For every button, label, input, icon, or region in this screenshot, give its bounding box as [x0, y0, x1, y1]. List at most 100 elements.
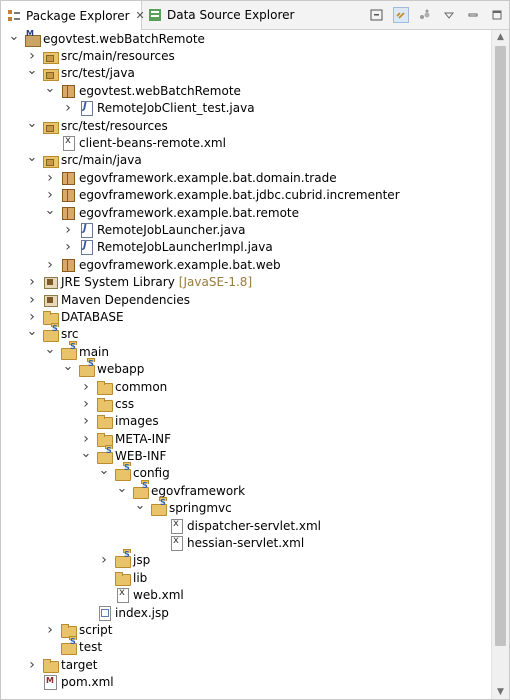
tree-item[interactable]: › jsp [1, 549, 491, 569]
source-folder-icon [42, 65, 59, 82]
tree-item-label: src [61, 327, 79, 342]
chevron-down-icon[interactable]: ⌄ [43, 81, 57, 96]
chevron-right-icon[interactable]: › [25, 309, 39, 325]
tree-item[interactable]: › RemoteJobLauncherImpl.java [1, 239, 491, 256]
chevron-right-icon[interactable]: › [79, 413, 93, 429]
chevron-down-icon[interactable]: ⌄ [61, 359, 75, 374]
tree-item[interactable]: client-beans-remote.xml [1, 134, 491, 152]
chevron-right-icon[interactable]: › [43, 170, 57, 186]
vertical-scrollbar[interactable]: ▲ ▼ [491, 30, 509, 699]
tree-item-label: egovframework.example.bat.domain.trade [79, 170, 337, 185]
tree-item[interactable]: › META-INF [1, 430, 491, 447]
tree-item-label: egovframework.example.bat.jdbc.cubrid.in… [79, 188, 400, 203]
tree-item[interactable]: ⌄ webapp [1, 358, 491, 378]
spring-folder-icon [78, 358, 95, 378]
tree-item[interactable]: › css [1, 395, 491, 412]
tree-item[interactable]: › egovframework.example.bat.jdbc.cubrid.i… [1, 187, 491, 204]
chevron-right-icon[interactable]: › [97, 552, 111, 568]
tree-item[interactable]: dispatcher-servlet.xml [1, 517, 491, 534]
chevron-right-icon[interactable]: › [61, 239, 75, 255]
scroll-down-arrow-icon[interactable]: ▼ [492, 685, 509, 699]
tree-item[interactable]: ⌄ egovtest.webBatchRemote [1, 81, 491, 99]
chevron-right-icon[interactable]: › [25, 657, 39, 673]
chevron-right-icon[interactable]: › [25, 48, 39, 64]
minimize-icon[interactable] [465, 7, 481, 23]
tree-item[interactable]: › Maven Dependencies [1, 291, 491, 308]
tree-item-label: script [79, 622, 113, 637]
chevron-down-icon[interactable]: ⌄ [25, 324, 39, 339]
tree-item[interactable]: › RemoteJobLauncher.java [1, 221, 491, 238]
tree-item-label: main [79, 344, 109, 359]
chevron-right-icon[interactable]: › [43, 187, 57, 203]
tree-item[interactable]: lib [1, 569, 491, 586]
view-toolbar [369, 7, 505, 23]
chevron-down-icon[interactable]: ⌄ [7, 30, 21, 44]
tree-item[interactable]: ⌄ src/test/java [1, 63, 491, 82]
tree-item[interactable]: test [1, 636, 491, 656]
collapse-all-icon[interactable] [369, 7, 385, 23]
filters-icon[interactable] [417, 7, 433, 23]
tab-package-explorer[interactable]: Package Explorer ✕ [1, 1, 145, 30]
tree-item-label: egovframework [151, 483, 246, 498]
scroll-up-arrow-icon[interactable]: ▲ [492, 30, 509, 44]
tree-item[interactable]: ⌄ src/test/resources [1, 116, 491, 134]
tree-item[interactable]: › target [1, 656, 491, 673]
tree-item[interactable]: ⌄ egovframework.example.bat.remote [1, 203, 491, 221]
tree-item[interactable]: web.xml [1, 587, 491, 604]
tree-item-label: index.jsp [115, 605, 169, 620]
view-menu-icon[interactable] [441, 7, 457, 23]
tree-item-decoration: [JavaSE-1.8] [178, 275, 253, 290]
tree-item[interactable]: ⌄ WEB-INF [1, 445, 491, 465]
chevron-down-icon[interactable]: ⌄ [25, 116, 39, 131]
chevron-down-icon[interactable]: ⌄ [25, 63, 39, 78]
chevron-right-icon[interactable]: › [79, 379, 93, 395]
library-icon [42, 274, 58, 290]
chevron-right-icon[interactable]: › [61, 222, 75, 238]
chevron-right-icon[interactable]: › [61, 100, 75, 116]
folder-icon [42, 657, 59, 673]
chevron-right-icon[interactable]: › [43, 622, 57, 638]
tree-item-label: src/test/resources [61, 118, 168, 133]
tree-item[interactable]: › common [1, 378, 491, 395]
tree-item[interactable]: hessian-servlet.xml [1, 534, 491, 552]
tree-item[interactable]: ⌄ egovframework [1, 479, 491, 499]
tree-item-label: dispatcher-servlet.xml [187, 518, 321, 533]
chevron-down-icon[interactable]: ⌄ [43, 342, 57, 357]
chevron-right-icon[interactable]: › [79, 431, 93, 447]
folder-icon [114, 570, 131, 586]
tree-item[interactable]: › RemoteJobClient_test.java [1, 100, 491, 117]
xml-file-icon [114, 587, 130, 604]
chevron-down-icon[interactable]: ⌄ [43, 203, 57, 218]
tab-data-source-explorer[interactable]: Data Source Explorer [142, 1, 294, 29]
tree-item[interactable]: › egovframework.example.bat.web [1, 256, 491, 273]
chevron-down-icon[interactable]: ⌄ [25, 150, 39, 165]
java-file-icon [78, 239, 94, 256]
tree-item[interactable]: › images [1, 413, 491, 430]
chevron-right-icon[interactable]: › [25, 292, 39, 308]
tree-item[interactable]: › egovframework.example.bat.domain.trade [1, 169, 491, 186]
chevron-down-icon[interactable]: ⌄ [97, 463, 111, 478]
tree-item[interactable]: › JRE System Library [JavaSE-1.8] [1, 273, 491, 290]
tree-item[interactable]: ⌄ egovtest.webBatchRemote [1, 30, 491, 47]
chevron-down-icon[interactable]: ⌄ [79, 446, 93, 461]
chevron-right-icon[interactable]: › [43, 257, 57, 273]
tree-item-label: target [61, 657, 98, 672]
folder-icon [96, 413, 113, 430]
tree-item[interactable]: › DATABASE [1, 308, 491, 325]
tree-item-label: WEB-INF [115, 449, 167, 464]
tree-item[interactable]: ⌄ src/main/java [1, 150, 491, 169]
chevron-right-icon[interactable]: › [25, 274, 39, 290]
tree-item[interactable]: ⌄ config [1, 462, 491, 482]
tree-item[interactable]: ⌄ main [1, 340, 491, 360]
maximize-icon[interactable] [489, 7, 505, 23]
tree-item[interactable]: › src/main/resources [1, 47, 491, 65]
tree-item[interactable]: ⌄ springmvc [1, 497, 491, 517]
link-with-editor-icon[interactable] [393, 7, 409, 23]
scrollbar-thumb[interactable] [495, 46, 506, 646]
chevron-right-icon[interactable]: › [79, 396, 93, 412]
tree-item[interactable]: pom.xml [1, 673, 491, 691]
tree-item[interactable]: index.jsp [1, 604, 491, 621]
chevron-down-icon[interactable]: ⌄ [115, 481, 129, 496]
chevron-down-icon[interactable]: ⌄ [133, 498, 147, 513]
